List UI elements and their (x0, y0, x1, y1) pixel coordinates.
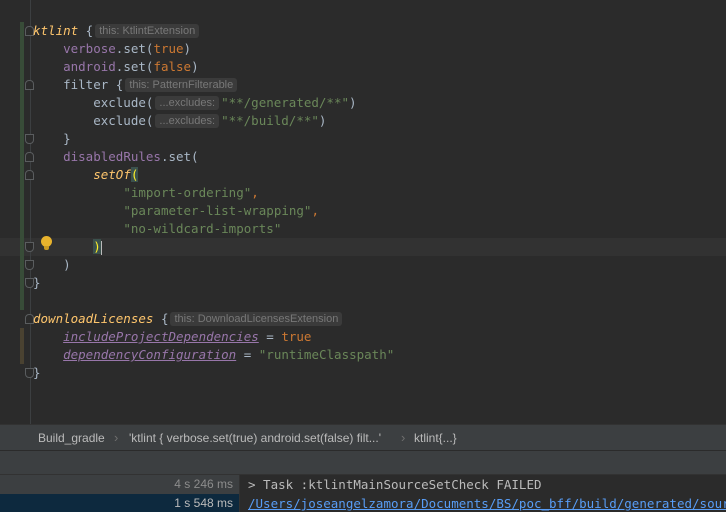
code-token: .set( (160, 149, 199, 164)
code-token: true (281, 329, 312, 344)
code-token: false (153, 59, 192, 74)
code-token: ktlint (33, 23, 79, 38)
code-editor[interactable]: ktlint {this: KtlintExtension verbose.se… (0, 0, 726, 424)
matched-paren: ) (93, 239, 101, 254)
run-duration: 4 s 246 ms (174, 477, 233, 491)
code-line-ktlint-open: ktlint {this: KtlintExtension (33, 22, 201, 40)
code-token: android (63, 59, 116, 74)
run-duration: 1 s 548 ms (174, 496, 233, 510)
code-line-exclude-generated: exclude(...excludes: "**/generated/**") (33, 94, 357, 112)
inlay-hint: ...excludes: (155, 96, 220, 110)
code-token: } (33, 131, 71, 146)
code-token: = (258, 329, 282, 344)
console-path-link[interactable]: /Users/joseangelzamora/Documents/BS/poc_… (248, 494, 726, 512)
code-token: ) (318, 113, 327, 128)
console-output[interactable]: > Task :ktlintMainSourceSetCheck FAILED … (240, 475, 726, 512)
run-tree[interactable]: 4 s 246 ms 1 s 548 ms (0, 475, 240, 512)
inlay-hint: this: PatternFilterable (125, 78, 238, 92)
tool-window-header (0, 450, 726, 474)
text-caret (100, 240, 102, 255)
vcs-change-marker (20, 22, 24, 310)
run-tree-row[interactable]: 1 s 548 ms (0, 494, 239, 512)
inlay-hint: ...excludes: (155, 114, 220, 128)
run-panel: 4 s 246 ms 1 s 548 ms > Task :ktlintMain… (0, 474, 726, 512)
chevron-right-icon: › (114, 430, 119, 445)
code-token: "runtimeClasspath" (258, 347, 395, 362)
code-token: ) (33, 257, 71, 272)
code-token: { (153, 311, 169, 326)
code-line-ktlint-close: } (33, 274, 41, 292)
code-token: filter { (33, 77, 124, 92)
code-token: = (236, 347, 259, 362)
code-token: "import-ordering" (123, 185, 252, 200)
gutter-divider (30, 0, 31, 424)
code-token: .set( (115, 59, 154, 74)
vcs-change-marker (20, 328, 24, 364)
code-line-filter-close: } (33, 130, 71, 148)
code-token: verbose (63, 41, 116, 56)
console-task-line: > Task :ktlintMainSourceSetCheck FAILED (248, 477, 542, 492)
code-token: , (311, 203, 319, 218)
code-token: .set( (115, 41, 154, 56)
code-token: ) (183, 41, 192, 56)
inlay-hint: this: KtlintExtension (95, 24, 200, 38)
run-tree-row[interactable]: 4 s 246 ms (0, 475, 239, 494)
breadcrumb: Build_gradle › 'ktlint { verbose.set(tru… (0, 424, 726, 450)
code-line-verbose: verbose.set(true) (33, 40, 191, 58)
code-token: } (33, 275, 41, 290)
code-line-download-open: downloadLicenses {this: DownloadLicenses… (33, 310, 344, 328)
code-line-set-close: ) (33, 256, 71, 274)
code-token: ) (191, 59, 199, 74)
breadcrumb-item-block[interactable]: ktlint{...} (414, 425, 457, 451)
code-line-disabled-rules: disabledRules.set( (33, 148, 199, 166)
code-line-setof-open: setOf( (33, 166, 139, 184)
code-line-download-close: } (33, 364, 41, 382)
code-token: { (78, 23, 94, 38)
lightbulb-icon[interactable] (40, 236, 52, 252)
code-token: dependencyConfiguration (63, 347, 237, 362)
code-token: } (33, 365, 41, 380)
code-line-filter-open: filter {this: PatternFilterable (33, 76, 239, 94)
matched-paren: ( (130, 167, 139, 182)
code-token: ) (349, 95, 357, 110)
code-token: "no-wildcard-imports" (123, 221, 282, 236)
code-token: exclude( (33, 113, 154, 128)
code-token: true (153, 41, 184, 56)
code-token: "**/build/**" (221, 113, 319, 128)
code-token: disabledRules (63, 149, 161, 164)
code-line-android: android.set(false) (33, 58, 199, 76)
caret-line-highlight (0, 238, 726, 256)
code-token: includeProjectDependencies (63, 329, 259, 344)
code-line-rule-import-ordering: "import-ordering", (33, 184, 259, 202)
code-token: , (251, 185, 259, 200)
breadcrumb-item-statement[interactable]: 'ktlint { verbose.set(true) android.set(… (129, 425, 381, 451)
code-line-include-project-deps: includeProjectDependencies = true (33, 328, 311, 346)
code-token: setOf (93, 167, 131, 182)
code-line-rule-parameter-list: "parameter-list-wrapping", (33, 202, 319, 220)
code-token: "**/generated/**" (221, 95, 349, 110)
code-line-exclude-build: exclude(...excludes: "**/build/**") (33, 112, 326, 130)
code-token: "parameter-list-wrapping" (123, 203, 312, 218)
code-token: exclude( (33, 95, 154, 110)
chevron-right-icon: › (401, 430, 406, 445)
breadcrumb-item-file[interactable]: Build_gradle (38, 425, 105, 451)
inlay-hint: this: DownloadLicensesExtension (170, 312, 343, 326)
code-line-rule-no-wildcard: "no-wildcard-imports" (33, 220, 281, 238)
code-token: downloadLicenses (33, 311, 154, 326)
code-line-dependency-config: dependencyConfiguration = "runtimeClassp… (33, 346, 394, 364)
